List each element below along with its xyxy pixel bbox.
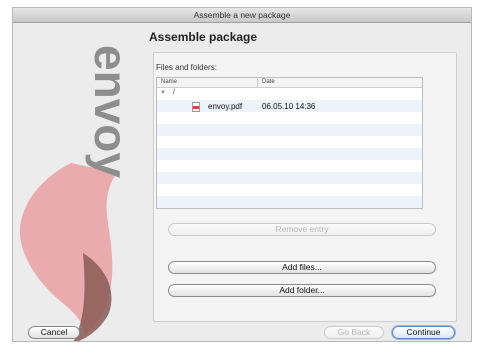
remove-entry-button[interactable]: Remove entry [168,223,436,236]
table-header: Name Date [157,78,422,88]
column-date[interactable]: Date [262,79,275,85]
logo-wordmark: envoy [85,45,137,178]
add-files-button[interactable]: Add files... [168,261,436,274]
disclosure-triangle-icon[interactable]: ▼ [160,90,166,96]
empty-row [157,136,422,148]
page-title: Assemble package [149,30,258,44]
empty-row [157,112,422,124]
empty-row [157,148,422,160]
table-row[interactable]: envoy.pdf 06.05.10 14:36 [157,100,422,112]
files-table[interactable]: Name Date ▼ / envoy.pdf 06.05.10 14:36 [156,77,423,209]
column-name[interactable]: Name [161,79,177,85]
add-folder-button[interactable]: Add folder... [168,284,436,297]
file-name: envoy.pdf [208,102,243,111]
table-row-root[interactable]: ▼ / [157,88,422,100]
files-folders-label: Files and folders: [156,63,217,72]
file-date: 06.05.10 14:36 [262,102,316,111]
pdf-icon [192,102,200,112]
go-back-button[interactable]: Go Back [324,326,384,339]
cancel-button[interactable]: Cancel [28,326,80,339]
window-title: Assemble a new package [13,8,471,23]
empty-row [157,124,422,136]
continue-button[interactable]: Continue [392,326,455,339]
empty-row [157,184,422,196]
empty-row [157,172,422,184]
envoy-logo: envoy [13,23,143,341]
empty-row [157,160,422,172]
column-divider [257,78,258,87]
root-folder-label: / [173,89,175,96]
empty-row [157,196,422,208]
